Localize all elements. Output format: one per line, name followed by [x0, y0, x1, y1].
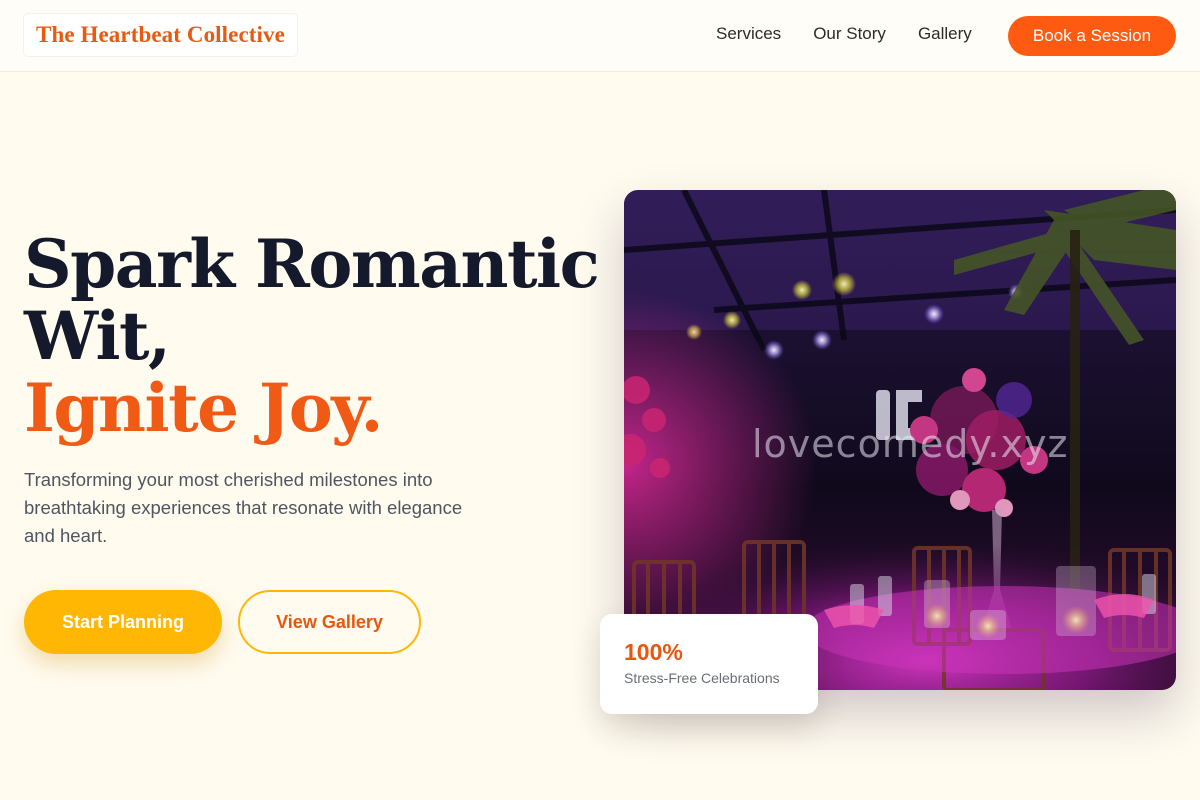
nav-services-link[interactable]: Services [716, 22, 781, 46]
hero-subtitle: Transforming your most cherished milesto… [24, 469, 463, 546]
start-planning-button[interactable]: Start Planning [24, 590, 222, 654]
hero-title-line-2: Wit, [24, 297, 171, 375]
brand-logo[interactable]: The Heartbeat Collective [24, 14, 297, 56]
image-watermark: lovecomedy.xyz [752, 422, 1069, 466]
stat-label: Stress-Free Celebrations [624, 670, 780, 686]
hero-title-line-1: Spark Romantic [24, 225, 600, 303]
stat-card: 100% Stress-Free Celebrations [600, 614, 818, 714]
nav-our-story-link[interactable]: Our Story [813, 22, 886, 46]
hero-title-accent: Ignite Joy. [24, 369, 384, 447]
view-gallery-button[interactable]: View Gallery [238, 590, 421, 654]
nav-gallery-link[interactable]: Gallery [918, 22, 972, 46]
stat-value: 100% [624, 639, 683, 665]
hero-title: Spark Romantic Wit, Ignite Joy. [24, 225, 600, 447]
site-header: The Heartbeat Collective Services Our St… [0, 0, 1200, 72]
book-session-button[interactable]: Book a Session [1008, 16, 1176, 56]
main-nav: Services Our Story Gallery [716, 22, 972, 46]
